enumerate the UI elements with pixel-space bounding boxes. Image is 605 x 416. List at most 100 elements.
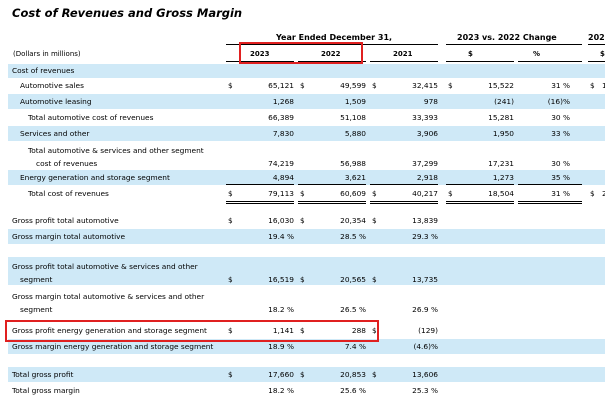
total-underline (298, 184, 366, 185)
value-cell: 15,281 (488, 113, 514, 122)
value-cell: 60,609 (340, 189, 366, 198)
row-label: Gross margin energy generation and stora… (12, 342, 214, 351)
value-cell: 20,853 (340, 370, 366, 379)
dollar-sign: $ (448, 81, 453, 90)
row-label: Total cost of revenues (28, 189, 109, 198)
value-cell: 20,565 (340, 275, 366, 284)
row-label: Gross profit total automotive (12, 216, 119, 225)
table-row: Automotive sales $ $ $ $ $65,121 49,599 32,415 1… (8, 79, 605, 93)
dollar-sign: $ (300, 216, 305, 225)
value-cell: 35 % (551, 173, 570, 182)
total-underline (446, 184, 514, 185)
value-cell: 2,918 (416, 173, 438, 182)
total-underline (370, 184, 438, 185)
row-label-line1: Total automotive & services and other se… (28, 146, 204, 155)
value-cell: 18.2 % (268, 305, 294, 314)
value-cell: 1,950 (492, 129, 514, 138)
value-cell: 26.5 % (340, 305, 366, 314)
change-header: 2023 vs. 2022 Change (457, 33, 557, 42)
table-row: Total automotive & services and other se… (8, 142, 605, 169)
dollar-sign: $ (300, 189, 305, 198)
total-underline (298, 201, 366, 202)
value-cell: 978 (423, 97, 438, 106)
table-row: Total gross margin 18.2 % 25.6 % 25.3 % (8, 383, 605, 398)
value-cell: 13,735 (412, 275, 438, 284)
value-cell: 26.9 % (412, 305, 438, 314)
table-row: Gross profit total automotive $ $ $16,030 20… (8, 213, 605, 228)
total-underline (446, 201, 514, 202)
value-cell: 7.4 % (344, 342, 366, 351)
value-cell: (4.6)% (413, 342, 438, 351)
table-row: Gross profit total automotive & services… (8, 257, 605, 285)
value-cell: 20,354 (340, 216, 366, 225)
subheader-rule-3 (370, 61, 438, 62)
value-cell: 37,299 (412, 159, 438, 168)
value-cell: 32,415 (412, 81, 438, 90)
row-label-line1: Gross margin total automotive & services… (12, 292, 205, 301)
row-label: Automotive leasing (20, 97, 92, 106)
value-cell: 74,219 (268, 159, 294, 168)
value-cell: (16)% (547, 97, 570, 106)
value-cell: 31 % (551, 81, 570, 90)
value-cell: 31 % (551, 189, 570, 198)
value-cell: 1,268 (272, 97, 294, 106)
value-cell: 65,121 (268, 81, 294, 90)
row-label: Total gross margin (12, 386, 80, 395)
dollar-sign: $ (372, 189, 377, 198)
dollar-sign: $ (590, 81, 595, 90)
value-cell: 25.3 % (412, 386, 438, 395)
value-cell: 16,030 (268, 216, 294, 225)
value-cell: 19.4 % (268, 232, 294, 241)
row-label: Cost of revenues (12, 66, 75, 75)
total-underline (446, 203, 514, 204)
value-cell: 33 % (551, 129, 570, 138)
highlight-years-box (239, 42, 363, 64)
value-cell: 18.2 % (268, 386, 294, 395)
value-cell: (129) (418, 326, 438, 335)
table-row: Cost of revenues (8, 64, 605, 78)
value-cell: 1,273 (492, 173, 514, 182)
subheader-rule-4 (446, 61, 514, 62)
row-label-line2: segment (20, 305, 53, 314)
value-cell: 25.6 % (340, 386, 366, 395)
dollar-sign: $ (228, 81, 233, 90)
highlight-energy-gross-profit-box (5, 320, 379, 342)
total-underline (226, 203, 294, 204)
value-cell: 28.5 % (340, 232, 366, 241)
dollar-sign: $ (300, 370, 305, 379)
total-underline (226, 201, 294, 202)
row-label-line2: segment (20, 275, 53, 284)
year-group-header: Year Ended December 31, (276, 33, 393, 42)
dollar-sign: $ (300, 275, 305, 284)
value-cell: 51,108 (340, 113, 366, 122)
dollar-sign: $ (372, 275, 377, 284)
dollar-sign: $ (228, 216, 233, 225)
total-underline (518, 203, 582, 204)
value-cell: 30 % (551, 113, 570, 122)
dollar-sign: $ (372, 81, 377, 90)
row-label: Total automotive cost of revenues (28, 113, 154, 122)
units-label: (Dollars in millions) (13, 50, 81, 58)
value-cell: 40,217 (412, 189, 438, 198)
change-dollar-header: $ (468, 50, 473, 58)
dollar-sign: $ (590, 189, 595, 198)
table-row: Total automotive cost of revenues 66,389 5… (8, 110, 605, 125)
value-cell: 29.3 % (412, 232, 438, 241)
value-cell: 30 % (551, 159, 570, 168)
value-cell: 7,830 (272, 129, 294, 138)
value-cell: 5,880 (344, 129, 366, 138)
value-cell: 1,509 (344, 97, 366, 106)
value-cell: (241) (494, 97, 514, 106)
table-row: Automotive leasing 1,268 1,509 978 (241) (16)… (8, 94, 605, 109)
subheader-rule-6 (588, 61, 605, 62)
value-cell: 17,660 (268, 370, 294, 379)
dollar-sign: $ (300, 81, 305, 90)
total-underline (518, 184, 582, 185)
year-2021-header: 2021 (393, 50, 413, 58)
change-pct-header: % (533, 50, 541, 58)
table-row: Total cost of revenues $ $ $ $ $79,113 60,609 4… (8, 186, 605, 202)
row-label: Services and other (20, 129, 90, 138)
dollar-sign: $ (372, 370, 377, 379)
value-cell: 66,389 (268, 113, 294, 122)
row-label: Gross margin total automotive (12, 232, 126, 241)
